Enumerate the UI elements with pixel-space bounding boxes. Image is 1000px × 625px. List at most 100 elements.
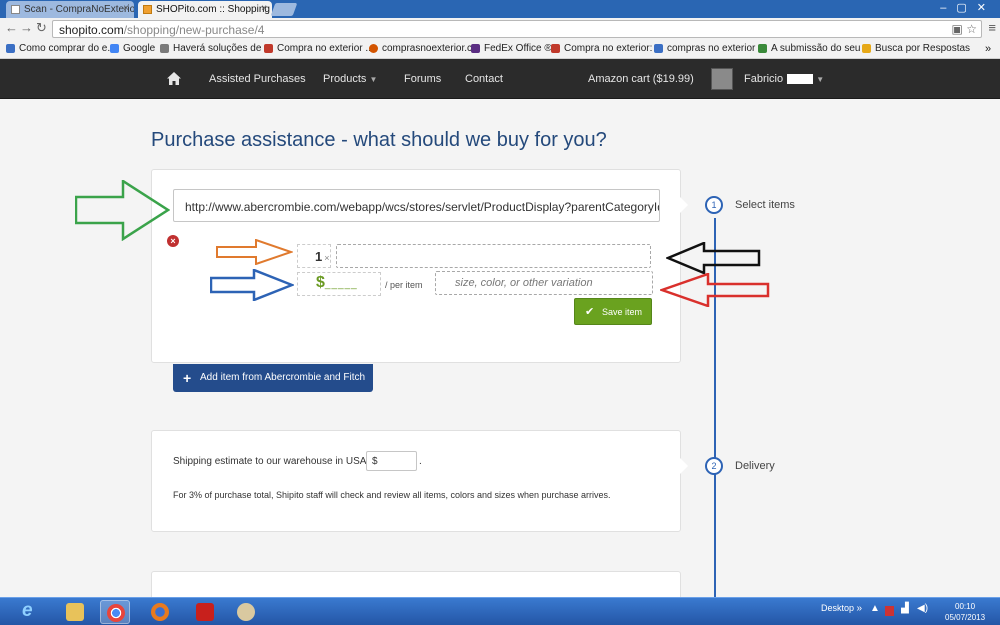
nav-contact[interactable]: Contact [465,73,503,85]
folder-icon [66,603,84,621]
bookmark-item[interactable]: Haverá soluções de ... [160,43,273,54]
bookmark-star-icon[interactable]: ☆ [966,22,977,36]
bookmark-item[interactable]: Compra no exterior ... [264,43,374,54]
add-item-button[interactable]: + Add item from Abercrombie and Fitch [173,364,373,392]
firefox-taskbar-button[interactable] [145,600,175,624]
bookmarks-overflow-icon[interactable]: » [985,43,991,55]
bookmark-favicon-icon [160,44,169,53]
chrome-menu-icon[interactable]: ≡ [988,20,996,35]
step-label-select-items: Select items [735,199,795,211]
ie-taskbar-button[interactable]: e [16,600,46,624]
bookmark-item[interactable]: Busca por Respostas [862,43,970,54]
new-tab-button[interactable] [270,3,298,16]
page-favicon-icon [11,5,20,14]
bookmark-item[interactable]: Compra no exterior: ... [551,43,663,54]
windows-taskbar: e Desktop » ▲ ▟ ◀) 00:10 05/07/2013 [0,597,1000,625]
browser-tab-shopito[interactable]: SHOPito.com :: Shopping × [138,1,272,18]
firefox-icon [151,603,169,621]
bookmark-item[interactable]: Como comprar do e... [6,43,116,54]
pdf-reader-icon [196,603,214,621]
bookmark-favicon-icon [758,44,767,53]
bookmark-favicon-icon [6,44,15,53]
window-controls[interactable]: –▢✕ [940,1,996,14]
paint-taskbar-button[interactable] [231,600,261,624]
reload-icon[interactable]: ↻ [36,20,47,36]
redacted-surname [787,74,814,85]
per-item-label: / per item [385,280,423,290]
internet-explorer-icon: e [22,600,33,621]
checkmark-icon: ✔ [585,306,595,318]
orange-arrow-annotation [216,239,293,265]
bookmark-favicon-icon [369,44,378,53]
paint-palette-icon [237,603,255,621]
step-marker: 1 [705,196,723,214]
bookmark-item[interactable]: comprasnoexterior.c... [369,43,480,54]
bookmark-favicon-icon [862,44,871,53]
avatar[interactable] [711,68,733,90]
variation-field[interactable]: size, color, or other variation [435,271,653,295]
bookmark-favicon-icon [471,44,480,53]
page-title: Purchase assistance - what should we buy… [151,129,607,151]
bookmark-favicon-icon [264,44,273,53]
step-marker: 2 [705,457,723,475]
clock-date: 05/07/2013 [945,613,986,622]
user-menu[interactable]: Fabricio ▼ [744,73,824,85]
price-field[interactable]: $_____ [297,272,381,296]
nav-amazon-cart[interactable]: Amazon cart ($19.99) [588,73,694,85]
caret-down-icon: ▼ [369,75,378,84]
bookmark-item[interactable]: compras no exterior ... [654,43,766,54]
forward-arrow-icon[interactable]: → [20,20,33,35]
bookmark-item[interactable]: FedEx Office ® [471,43,552,54]
action-center-icon[interactable] [885,606,894,616]
browser-tab-bar: Scan - CompraNoExterior × SHOPito.com ::… [0,0,1000,18]
tray-overflow-icon[interactable]: ▲ [870,603,880,614]
nav-assisted-purchases[interactable]: Assisted Purchases [209,73,306,85]
home-icon[interactable] [166,71,182,86]
step-label-delivery: Delivery [735,460,775,472]
green-arrow-annotation [75,180,170,241]
nav-products[interactable]: Products ▼ [323,73,377,85]
acrobat-taskbar-button[interactable] [190,600,220,624]
black-arrow-annotation [666,242,761,274]
shipping-estimate-input[interactable]: $ [366,451,417,471]
close-tab-icon[interactable]: × [123,3,129,14]
system-clock[interactable]: 00:10 05/07/2013 [945,601,985,623]
bookmark-favicon-icon [110,44,119,53]
chrome-icon [107,604,125,622]
caret-down-icon: ▼ [816,75,825,84]
browser-tab-scan[interactable]: Scan - CompraNoExterior × [6,1,134,18]
clock-time: 00:10 [955,602,976,611]
explorer-taskbar-button[interactable] [60,600,90,624]
close-tab-icon[interactable]: × [261,3,267,14]
red-arrow-annotation [660,273,770,307]
url-path: /shopping/new-purchase/4 [123,23,265,37]
blue-arrow-annotation [210,269,294,301]
toolbar-chevron-icon: » [856,603,863,614]
site-navbar: Assisted Purchases Products ▼ Forums Con… [0,59,1000,99]
shipping-card [151,430,681,532]
volume-icon[interactable]: ◀) [917,603,928,614]
shipping-suffix: . [419,456,422,467]
url-host: shopito.com [59,23,124,37]
item-name-field[interactable] [336,244,651,268]
bookmark-favicon-icon [654,44,663,53]
chrome-taskbar-button[interactable] [100,600,130,624]
url-omnibox[interactable]: shopito.com/shopping/new-purchase/4 ▣ ☆ [52,20,982,38]
nav-forums[interactable]: Forums [404,73,441,85]
bookmark-item[interactable]: A submissão do seu ... [758,43,872,54]
shipping-review-note: For 3% of purchase total, Shipito staff … [173,490,611,500]
network-signal-icon[interactable]: ▟ [901,603,909,614]
shopito-favicon-icon [143,5,152,14]
back-arrow-icon[interactable]: ← [5,20,18,35]
page-action-icon[interactable]: ▣ [952,22,963,36]
save-item-button[interactable]: ✔ Save item [574,298,652,325]
quantity-field[interactable]: 1 × [297,244,331,268]
plus-icon: + [183,370,192,386]
bookmarks-bar: Como comprar do e... Google Haverá soluç… [0,40,1000,59]
product-url-input[interactable]: http://www.abercrombie.com/webapp/wcs/st… [173,189,660,222]
shipping-estimate-label: Shipping estimate to our warehouse in US… [173,456,370,467]
card-pointer [680,197,688,213]
desktop-toolbar-label[interactable]: Desktop » [821,603,862,614]
address-bar-row: ← → ↻ shopito.com/shopping/new-purchase/… [0,18,1000,40]
bookmark-item[interactable]: Google [110,43,155,54]
